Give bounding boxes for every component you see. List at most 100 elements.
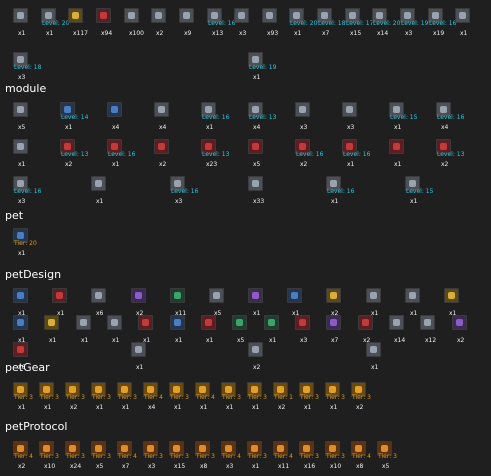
petDesign-item[interactable]: x2 bbox=[243, 342, 269, 371]
petDesign-item[interactable]: x1 bbox=[243, 288, 269, 317]
petProtocol-item[interactable]: Tier: 4 x11 bbox=[268, 441, 294, 470]
top-item[interactable]: Level: 18 x3 bbox=[8, 52, 41, 81]
petDesign-item[interactable]: x12 bbox=[415, 315, 441, 344]
module-item[interactable]: Level: 16 x1 bbox=[337, 139, 370, 168]
top-item[interactable]: x1 bbox=[450, 8, 476, 37]
petDesign-item[interactable]: x2 bbox=[126, 288, 152, 317]
module-item[interactable]: x1 bbox=[384, 139, 410, 168]
module-item[interactable]: x33 bbox=[243, 176, 269, 205]
petProtocol-item[interactable]: Tier: 3 x5 bbox=[372, 441, 398, 470]
top-item[interactable]: x117 bbox=[63, 8, 89, 37]
petProtocol-item[interactable]: Tier: 3 x24 bbox=[60, 441, 86, 470]
petDesign-item[interactable]: x1 bbox=[102, 315, 128, 344]
petGear-item[interactable]: Tier: 3 x2 bbox=[346, 382, 372, 411]
petProtocol-item[interactable]: Tier: 3 x8 bbox=[190, 441, 216, 470]
petDesign-item[interactable]: x2 bbox=[447, 315, 473, 344]
petProtocol-item[interactable]: Tier: 3 x15 bbox=[164, 441, 190, 470]
top-item[interactable]: Level: 16 x13 bbox=[202, 8, 235, 37]
petDesign-item[interactable]: x14 bbox=[384, 315, 410, 344]
petDesign-item[interactable]: x2 bbox=[353, 315, 379, 344]
petDesign-item[interactable]: x1 bbox=[71, 315, 97, 344]
top-item[interactable]: Level: 19 x1 bbox=[243, 52, 276, 81]
petDesign-item[interactable]: x1 bbox=[47, 288, 73, 317]
petDesign-item[interactable]: x2 bbox=[321, 288, 347, 317]
petProtocol-item[interactable]: Tier: 4 x2 bbox=[8, 441, 34, 470]
petGear-item[interactable]: Tier: 3 x1 bbox=[242, 382, 268, 411]
top-item[interactable]: Level: 16 x19 bbox=[423, 8, 456, 37]
module-item[interactable]: x3 bbox=[290, 102, 316, 131]
module-item[interactable]: Level: 16 x1 bbox=[102, 139, 135, 168]
petDesign-item[interactable]: x1 bbox=[39, 315, 65, 344]
module-item[interactable]: x1 bbox=[8, 139, 34, 168]
module-item[interactable]: x5 bbox=[8, 102, 34, 131]
top-item[interactable]: Level: 20 x14 bbox=[367, 8, 400, 37]
petProtocol-item[interactable]: Tier: 3 x10 bbox=[34, 441, 60, 470]
module-item[interactable]: Level: 13 x2 bbox=[431, 139, 464, 168]
module-item[interactable]: Level: 16 x1 bbox=[321, 176, 354, 205]
module-item[interactable]: Level: 14 x1 bbox=[55, 102, 88, 131]
petProtocol-item[interactable]: Tier: 3 x5 bbox=[86, 441, 112, 470]
petProtocol-item[interactable]: Tier: 3 x10 bbox=[320, 441, 346, 470]
petDesign-item[interactable]: x1 bbox=[439, 288, 465, 317]
petDesign-item[interactable]: x6 bbox=[86, 288, 112, 317]
petGear-item[interactable]: Tier: 3 x1 bbox=[216, 382, 242, 411]
top-item[interactable]: x9 bbox=[174, 8, 200, 37]
module-item[interactable]: Level: 16 x3 bbox=[8, 176, 41, 205]
module-item[interactable]: x5 bbox=[243, 139, 269, 168]
petGear-item[interactable]: Tier: 3 x2 bbox=[60, 382, 86, 411]
petGear-item[interactable]: Tier: 3 x1 bbox=[112, 382, 138, 411]
petGear-item[interactable]: Tier: 3 x1 bbox=[34, 382, 60, 411]
petDesign-item[interactable]: x7 bbox=[321, 315, 347, 344]
top-item[interactable]: x94 bbox=[91, 8, 117, 37]
top-item[interactable]: Level: 18 x7 bbox=[312, 8, 345, 37]
petDesign-item[interactable]: x1 bbox=[282, 288, 308, 317]
petGear-item[interactable]: Tier: 3 x1 bbox=[164, 382, 190, 411]
petDesign-item[interactable]: x1 bbox=[400, 288, 426, 317]
module-item[interactable]: x2 bbox=[149, 139, 175, 168]
module-item[interactable]: Level: 16 x4 bbox=[431, 102, 464, 131]
top-item[interactable]: x1 bbox=[8, 8, 34, 37]
module-item[interactable]: Level: 15 x1 bbox=[384, 102, 417, 131]
module-item[interactable]: x4 bbox=[149, 102, 175, 131]
petDesign-item[interactable]: x5 bbox=[204, 288, 230, 317]
module-item[interactable]: x3 bbox=[337, 102, 363, 131]
petDesign-item[interactable]: x1 bbox=[196, 315, 222, 344]
top-item[interactable]: Level: 17 x15 bbox=[340, 8, 373, 37]
top-item[interactable]: Level: 20 x1 bbox=[36, 8, 69, 37]
petGear-item[interactable]: Tier: 4 x4 bbox=[138, 382, 164, 411]
top-item[interactable]: x93 bbox=[257, 8, 283, 37]
petDesign-item[interactable]: x6 bbox=[8, 342, 34, 371]
petProtocol-item[interactable]: Tier: 4 x8 bbox=[346, 441, 372, 470]
module-item[interactable]: Level: 13 x2 bbox=[55, 139, 88, 168]
petDesign-item[interactable]: x1 bbox=[361, 342, 387, 371]
module-item[interactable]: Level: 16 x1 bbox=[196, 102, 229, 131]
petProtocol-item[interactable]: Tier: 4 x3 bbox=[216, 441, 242, 470]
petDesign-item[interactable]: x11 bbox=[165, 288, 191, 317]
top-item[interactable]: x2 bbox=[146, 8, 172, 37]
petDesign-item[interactable]: x1 bbox=[361, 288, 387, 317]
petDesign-item[interactable]: x1 bbox=[8, 315, 34, 344]
petDesign-item[interactable]: x1 bbox=[133, 315, 159, 344]
module-item[interactable]: Level: 15 x1 bbox=[400, 176, 433, 205]
module-item[interactable]: Level: 13 x4 bbox=[243, 102, 276, 131]
petGear-item[interactable]: Tier: 1 x2 bbox=[268, 382, 294, 411]
petGear-item[interactable]: Tier: 3 x1 bbox=[320, 382, 346, 411]
petGear-item[interactable]: Tier: 4 x1 bbox=[190, 382, 216, 411]
petProtocol-item[interactable]: Tier: 4 x7 bbox=[112, 441, 138, 470]
petProtocol-item[interactable]: Tier: 3 x3 bbox=[138, 441, 164, 470]
petGear-item[interactable]: Tier: 3 x1 bbox=[86, 382, 112, 411]
petDesign-item[interactable]: x3 bbox=[290, 315, 316, 344]
top-item[interactable]: Level: 19 x3 bbox=[395, 8, 428, 37]
petDesign-item[interactable]: x1 bbox=[126, 342, 152, 371]
petGear-item[interactable]: Tier: 3 x1 bbox=[8, 382, 34, 411]
petDesign-item[interactable]: x1 bbox=[8, 288, 34, 317]
top-item[interactable]: x100 bbox=[119, 8, 145, 37]
pet-item[interactable]: Tier: 20 x1 bbox=[8, 228, 37, 257]
petDesign-item[interactable]: x5 bbox=[227, 315, 253, 344]
petDesign-item[interactable]: x1 bbox=[165, 315, 191, 344]
module-item[interactable]: Level: 16 x3 bbox=[165, 176, 198, 205]
module-item[interactable]: Level: 16 x2 bbox=[290, 139, 323, 168]
module-item[interactable]: x4 bbox=[102, 102, 128, 131]
petProtocol-item[interactable]: Tier: 3 x16 bbox=[294, 441, 320, 470]
petProtocol-item[interactable]: Tier: 3 x1 bbox=[242, 441, 268, 470]
